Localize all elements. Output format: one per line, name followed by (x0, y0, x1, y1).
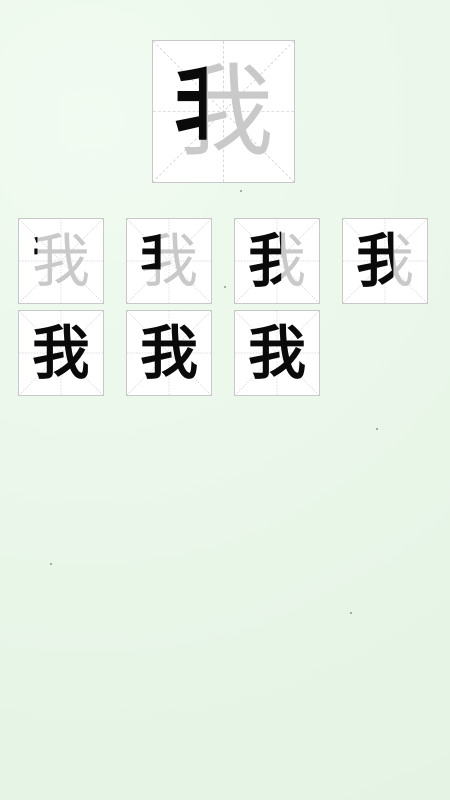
background-speck (376, 428, 378, 430)
stroke-step-cell[interactable]: 我 我 (234, 218, 320, 304)
step-glyph-ink: 我 (139, 319, 198, 387)
background-speck (350, 612, 352, 614)
stroke-step-cell[interactable]: 我 我 (18, 310, 104, 396)
stroke-step-cell[interactable]: 我 我 (342, 218, 428, 304)
step-glyph-ink: 我 (247, 319, 306, 387)
background-speck (240, 190, 242, 192)
stroke-step-cell[interactable]: 我 我 (18, 218, 104, 304)
background-speck (50, 563, 52, 565)
stroke-step-cell[interactable]: 我 我 (126, 218, 212, 304)
main-character-cell[interactable]: 我 我 (152, 40, 295, 183)
background-speck (224, 286, 226, 288)
stroke-step-cell[interactable]: 我 我 (234, 310, 320, 396)
stroke-step-cell[interactable]: 我 我 (126, 310, 212, 396)
